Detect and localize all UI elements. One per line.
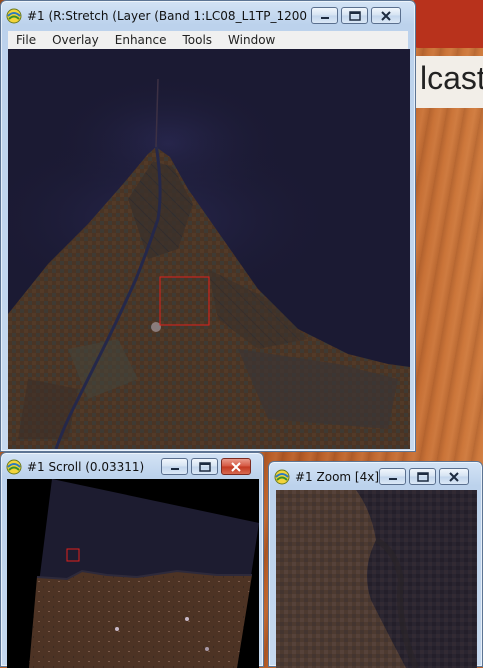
close-icon — [381, 10, 391, 21]
minimize-icon — [320, 16, 329, 19]
maximize-button[interactable] — [191, 458, 218, 475]
scroll-window-title: #1 Scroll (0.03311) — [27, 460, 145, 474]
image-window[interactable]: #1 (R:Stretch (Layer (Band 1:LC08_L1TP_1… — [0, 0, 416, 452]
menu-bar: File Overlay Enhance Tools Window — [8, 31, 408, 49]
close-button[interactable] — [371, 7, 401, 24]
satellite-image — [8, 49, 410, 449]
zoomed-image — [276, 490, 477, 668]
maximize-icon — [198, 461, 211, 472]
envi-app-icon — [6, 8, 22, 24]
menu-overlay[interactable]: Overlay — [44, 33, 107, 47]
menu-file[interactable]: File — [8, 33, 44, 47]
maximize-button[interactable] — [409, 468, 436, 485]
background-app-window: lcast — [410, 0, 483, 130]
zoom-view[interactable] — [276, 490, 477, 668]
minimize-button[interactable] — [311, 7, 338, 24]
maximize-icon — [348, 10, 361, 21]
zoom-window-title: #1 Zoom [4x] — [295, 470, 380, 484]
maximize-icon — [416, 471, 429, 482]
brand-banner — [414, 0, 483, 48]
minimize-button[interactable] — [161, 458, 188, 475]
close-button[interactable] — [221, 458, 251, 475]
menu-enhance[interactable]: Enhance — [107, 33, 175, 47]
zoom-window[interactable]: #1 Zoom [4x] — [268, 461, 483, 668]
scroll-overview[interactable] — [7, 479, 259, 668]
overview-image — [7, 479, 259, 668]
scroll-window[interactable]: #1 Scroll (0.03311) — [0, 452, 264, 668]
close-icon — [231, 461, 241, 472]
menu-tools[interactable]: Tools — [174, 33, 220, 47]
minimize-button[interactable] — [379, 468, 406, 485]
maximize-button[interactable] — [341, 7, 368, 24]
window-title: #1 (R:Stretch (Layer (Band 1:LC08_L1TP_1… — [27, 9, 307, 23]
brand-text: lcast — [420, 60, 483, 96]
zoom-title-bar[interactable]: #1 Zoom [4x] — [269, 462, 482, 492]
close-button[interactable] — [439, 468, 469, 485]
title-bar[interactable]: #1 (R:Stretch (Layer (Band 1:LC08_L1TP_1… — [1, 1, 415, 31]
image-display[interactable] — [8, 49, 410, 449]
menu-window[interactable]: Window — [220, 33, 283, 47]
minimize-icon — [388, 477, 397, 480]
minimize-icon — [170, 467, 179, 470]
envi-app-icon — [274, 469, 290, 485]
close-icon — [449, 471, 459, 482]
envi-app-icon — [6, 459, 22, 475]
